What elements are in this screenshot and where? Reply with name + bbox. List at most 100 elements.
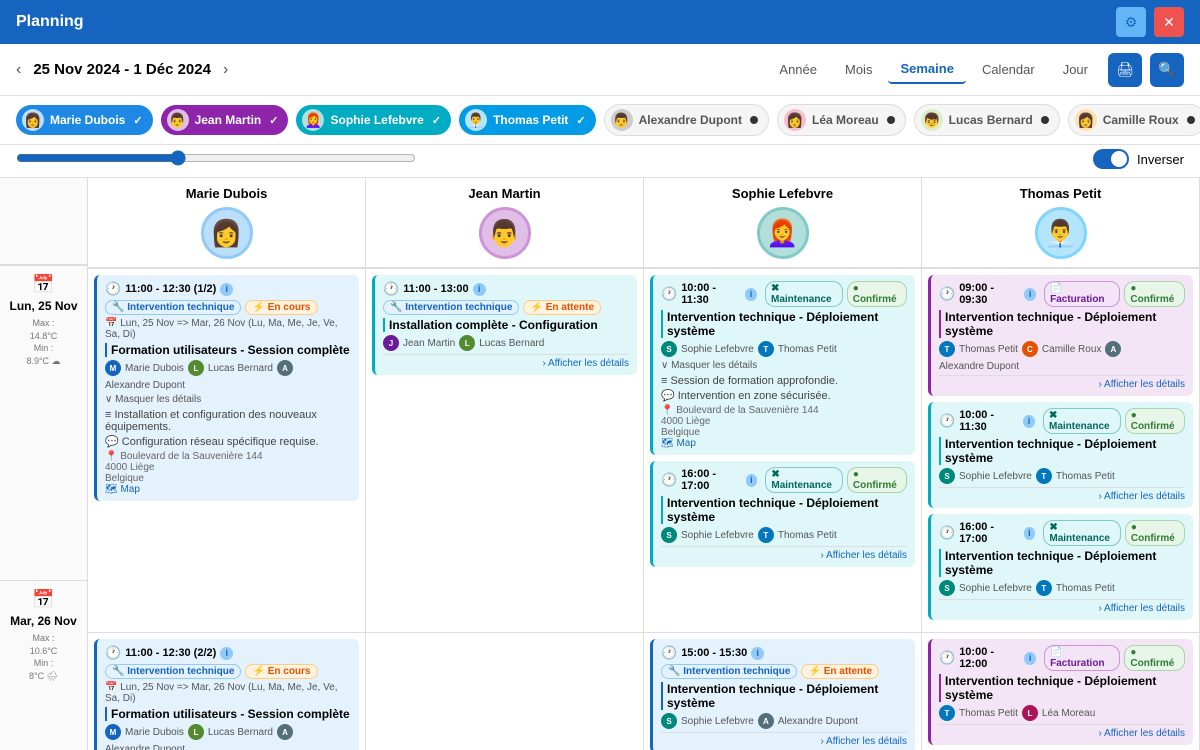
chip-marie[interactable]: 👩 Marie Dubois ✓ bbox=[16, 105, 153, 135]
col-header-sophie: Sophie Lefebvre 👩‍🦰 bbox=[644, 178, 922, 267]
chip-camille[interactable]: 👩 Camille Roux bbox=[1068, 104, 1200, 136]
mini-avatar: S bbox=[661, 713, 677, 729]
show-details-thomas-mar1[interactable]: › Afficher les détails bbox=[939, 724, 1185, 739]
chip-label-marie: Marie Dubois bbox=[50, 113, 125, 127]
event-time-text: 10:00 - 11:30 bbox=[959, 409, 1019, 433]
event-thomas-mardi-1: 🕐 10:00 - 12:00 i 📄 Facturation ● Confir… bbox=[928, 639, 1193, 745]
event-desc1: ≡ Installation et configuration des nouv… bbox=[105, 409, 351, 433]
event-sophie-lundi-2: 🕐 16:00 - 17:00 i ✖ Maintenance ● Confir… bbox=[650, 461, 915, 567]
zoom-slider[interactable] bbox=[16, 150, 416, 166]
info-icon: i bbox=[751, 647, 764, 660]
event-title: Intervention technique - Déploiement sys… bbox=[939, 549, 1185, 577]
event-persons: S Sophie Lefebvre T Thomas Petit bbox=[661, 341, 907, 357]
person-name-sm: Sophie Lefebvre bbox=[959, 583, 1032, 594]
sophie-mardi: 🕐 15:00 - 15:30 i 🔧 Intervention techniq… bbox=[644, 633, 922, 750]
person-name-sm: Marie Dubois bbox=[125, 363, 184, 374]
map-link[interactable]: 🗺 Map bbox=[661, 438, 907, 449]
show-details-sophie2[interactable]: › Afficher les détails bbox=[661, 546, 907, 561]
person-name-sm: Thomas Petit bbox=[959, 344, 1018, 355]
columns-header: Marie Dubois 👩 Jean Martin 👨 Sophie Lefe… bbox=[88, 178, 1200, 269]
show-details-jean[interactable]: › Afficher les détails bbox=[383, 354, 629, 369]
avatar-lucas: 👦 bbox=[921, 109, 943, 131]
chip-dot-alexandre bbox=[750, 116, 758, 124]
hide-details-marie[interactable]: ∨ Masquer les détails bbox=[105, 394, 351, 405]
person-name-sm: Alexandre Dupont bbox=[105, 744, 185, 750]
event-time: 🕐 15:00 - 15:30 i bbox=[661, 645, 907, 661]
chip-jean[interactable]: 👨 Jean Martin ✓ bbox=[161, 105, 289, 135]
chip-label-sophie: Sophie Lefebvre bbox=[330, 113, 423, 127]
event-persons: S Sophie Lefebvre A Alexandre Dupont bbox=[661, 713, 907, 729]
event-subtitle: 📅 Lun, 25 Nov => Mar, 26 Nov (Lu, Ma, Me… bbox=[105, 318, 351, 340]
person-name-sm: Camille Roux bbox=[1042, 344, 1101, 355]
tab-mois[interactable]: Mois bbox=[833, 56, 884, 83]
close-button[interactable]: ✕ bbox=[1154, 7, 1184, 37]
right-grid: Marie Dubois 👩 Jean Martin 👨 Sophie Lefe… bbox=[88, 178, 1200, 750]
chip-check-sophie: ✓ bbox=[432, 114, 441, 127]
chip-sophie[interactable]: 👩‍🦰 Sophie Lefebvre ✓ bbox=[296, 105, 451, 135]
tag-enattente: ⚡ En attente bbox=[801, 664, 879, 679]
person-name-sm: Lucas Bernard bbox=[208, 363, 273, 374]
event-time-text: 15:00 - 15:30 bbox=[681, 647, 747, 659]
event-desc2: 💬 Intervention en zone sécurisée. bbox=[661, 389, 907, 402]
event-thomas-lundi-3: 🕐 16:00 - 17:00 i ✖ Maintenance ● Confir… bbox=[928, 514, 1193, 620]
mini-avatar: S bbox=[661, 341, 677, 357]
marie-lundi: 🕐 11:00 - 12:30 (1/2) i 🔧 Intervention t… bbox=[88, 269, 366, 632]
mini-avatar: C bbox=[1022, 341, 1038, 357]
settings-button[interactable]: ⚙ bbox=[1116, 7, 1146, 37]
hide-details-sophie[interactable]: ∨ Masquer les détails bbox=[661, 360, 907, 371]
chip-alexandre[interactable]: 👨 Alexandre Dupont bbox=[604, 104, 769, 136]
tag-confirme: ● Confirmé bbox=[847, 281, 907, 307]
next-button[interactable]: › bbox=[223, 61, 228, 79]
event-title: Installation complète - Configuration bbox=[383, 318, 629, 332]
chip-label-camille: Camille Roux bbox=[1103, 113, 1179, 127]
col-name-marie: Marie Dubois bbox=[186, 186, 268, 201]
mini-avatar: A bbox=[1105, 341, 1121, 357]
row-mardi: 🕐 11:00 - 12:30 (2/2) i 🔧 Intervention t… bbox=[88, 633, 1200, 750]
print-button[interactable]: 🖨 bbox=[1108, 53, 1142, 87]
event-title: Intervention technique - Déploiement sys… bbox=[661, 310, 907, 338]
thomas-lundi: 🕐 09:00 - 09:30 i 📄 Facturation ● Confir… bbox=[922, 269, 1200, 632]
event-title: Intervention technique - Déploiement sys… bbox=[661, 682, 907, 710]
tab-semaine[interactable]: Semaine bbox=[888, 55, 965, 84]
search-button[interactable]: 🔍 bbox=[1150, 53, 1184, 87]
show-details-thomas2[interactable]: › Afficher les détails bbox=[939, 487, 1185, 502]
thomas-mardi: 🕐 10:00 - 12:00 i 📄 Facturation ● Confir… bbox=[922, 633, 1200, 750]
event-time: 🕐 11:00 - 13:00 i bbox=[383, 281, 629, 297]
col-name-sophie: Sophie Lefebvre bbox=[732, 186, 833, 201]
person-name-sm: Alexandre Dupont bbox=[939, 361, 1019, 372]
person-name-sm: Sophie Lefebvre bbox=[681, 716, 754, 727]
event-tags: 🔧 Intervention technique ⚡ En cours bbox=[105, 664, 351, 679]
event-time-text: 11:00 - 13:00 bbox=[403, 283, 468, 295]
slider-track[interactable] bbox=[16, 150, 416, 169]
event-desc1: ≡ Session de formation approfondie. bbox=[661, 375, 907, 387]
day-2-name: Mar, 26 Nov bbox=[10, 614, 77, 628]
nav-right: Année Mois Semaine Calendar Jour 🖨 🔍 bbox=[767, 53, 1184, 87]
event-time: 🕐 16:00 - 17:00 i ✖ Maintenance ● Confir… bbox=[661, 467, 907, 493]
show-details-thomas3[interactable]: › Afficher les détails bbox=[939, 599, 1185, 614]
tab-calendar[interactable]: Calendar bbox=[970, 56, 1047, 83]
event-desc2: 💬 Configuration réseau spécifique requis… bbox=[105, 435, 351, 448]
mini-avatar: S bbox=[939, 580, 955, 596]
avatar-lea: 👩 bbox=[784, 109, 806, 131]
chip-lucas[interactable]: 👦 Lucas Bernard bbox=[914, 104, 1060, 136]
show-details-sophie-mar[interactable]: › Afficher les détails bbox=[661, 732, 907, 747]
person-name-sm: Thomas Petit bbox=[778, 530, 837, 541]
mini-avatar: S bbox=[661, 527, 677, 543]
tab-jour[interactable]: Jour bbox=[1051, 56, 1100, 83]
event-title: Intervention technique - Déploiement sys… bbox=[939, 437, 1185, 465]
tag-confirme: ● Confirmé bbox=[1124, 645, 1185, 671]
prev-button[interactable]: ‹ bbox=[16, 61, 21, 79]
person-name-sm: Lucas Bernard bbox=[208, 727, 273, 738]
tag-confirme3: ● Confirmé bbox=[1125, 520, 1185, 546]
person-name-sm: Alexandre Dupont bbox=[778, 716, 858, 727]
event-time: 🕐 10:00 - 11:30 i ✖ Maintenance ● Confir… bbox=[939, 408, 1185, 434]
map-link[interactable]: 🗺 Map bbox=[105, 484, 351, 495]
inverser-switch[interactable] bbox=[1093, 149, 1129, 169]
chip-lea[interactable]: 👩 Léa Moreau bbox=[777, 104, 906, 136]
day-1-icon: 📅 bbox=[32, 274, 54, 295]
tab-annee[interactable]: Année bbox=[767, 56, 829, 83]
chip-thomas[interactable]: 👨‍💼 Thomas Petit ✓ bbox=[459, 105, 596, 135]
show-details-thomas1[interactable]: › Afficher les détails bbox=[939, 375, 1185, 390]
event-time-text: 16:00 - 17:00 bbox=[959, 521, 1019, 545]
event-persons: T Thomas Petit C Camille Roux A Alexandr… bbox=[939, 341, 1185, 372]
